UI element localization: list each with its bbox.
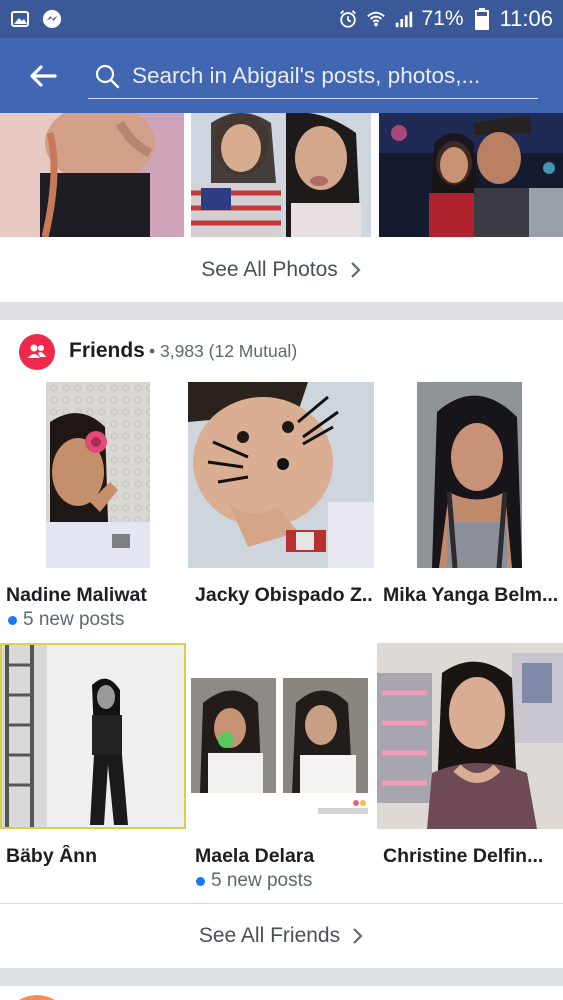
friend-name[interactable]: Christine Delfin... — [383, 845, 561, 868]
photo-thumbnail[interactable] — [191, 113, 371, 237]
friends-icon — [19, 334, 55, 370]
friends-card: Friends • 3,983 (12 Mutual) Nadine Maliw… — [0, 320, 563, 968]
friend-name[interactable]: Nadine Maliwat — [6, 584, 184, 607]
friend-photo — [0, 643, 186, 829]
new-post-dot — [8, 615, 17, 625]
friend-photo — [0, 382, 186, 568]
friend-new-posts-label: 5 new posts — [23, 609, 125, 630]
next-section-card — [0, 986, 563, 1000]
friend-name[interactable]: Jacky Obispado Z... — [195, 584, 373, 607]
friends-title[interactable]: Friends — [69, 339, 145, 363]
see-all-friends-button[interactable]: See All Friends — [0, 904, 563, 968]
signal-icon — [394, 9, 414, 29]
friend-new-posts-label: 5 new posts — [211, 870, 313, 891]
search-placeholder: Search in Abigail's posts, photos,... — [132, 62, 481, 88]
friend-photo — [377, 382, 563, 568]
friend-name[interactable]: Bäby Ânn — [6, 845, 184, 868]
photo-thumbnail[interactable] — [379, 113, 563, 237]
gallery-icon — [10, 9, 30, 29]
messenger-icon — [42, 9, 62, 29]
friend-name[interactable]: Mika Yanga Belm... — [383, 584, 561, 607]
app-bar: Search in Abigail's posts, photos,... — [0, 38, 563, 113]
search-input[interactable]: Search in Abigail's posts, photos,... — [88, 53, 538, 99]
clock: 11:06 — [499, 6, 553, 31]
search-icon — [92, 63, 122, 89]
photo-thumbnail[interactable] — [0, 113, 184, 237]
see-all-photos-button[interactable]: See All Photos — [0, 238, 563, 302]
photos-strip — [0, 113, 563, 238]
battery-icon — [472, 8, 492, 30]
chevron-right-icon — [352, 927, 364, 945]
wifi-icon — [366, 9, 386, 29]
status-bar: 71% 11:06 — [0, 0, 563, 38]
chevron-right-icon — [350, 261, 362, 279]
new-post-dot — [196, 876, 205, 886]
alarm-icon — [338, 9, 358, 29]
friend-new-posts: 5 new posts — [8, 609, 124, 631]
friend-photo — [377, 643, 563, 829]
friend-photo — [188, 382, 374, 568]
see-all-photos-label: See All Photos — [201, 258, 338, 281]
battery-percent: 71% — [421, 7, 464, 30]
friend-new-posts: 5 new posts — [196, 870, 312, 892]
friends-count: • 3,983 (12 Mutual) — [149, 341, 298, 361]
back-button[interactable] — [8, 38, 78, 113]
friend-photo — [188, 643, 374, 829]
friend-name[interactable]: Maela Delara — [195, 845, 373, 868]
see-all-friends-label: See All Friends — [198, 924, 341, 947]
back-arrow-icon — [30, 64, 57, 87]
